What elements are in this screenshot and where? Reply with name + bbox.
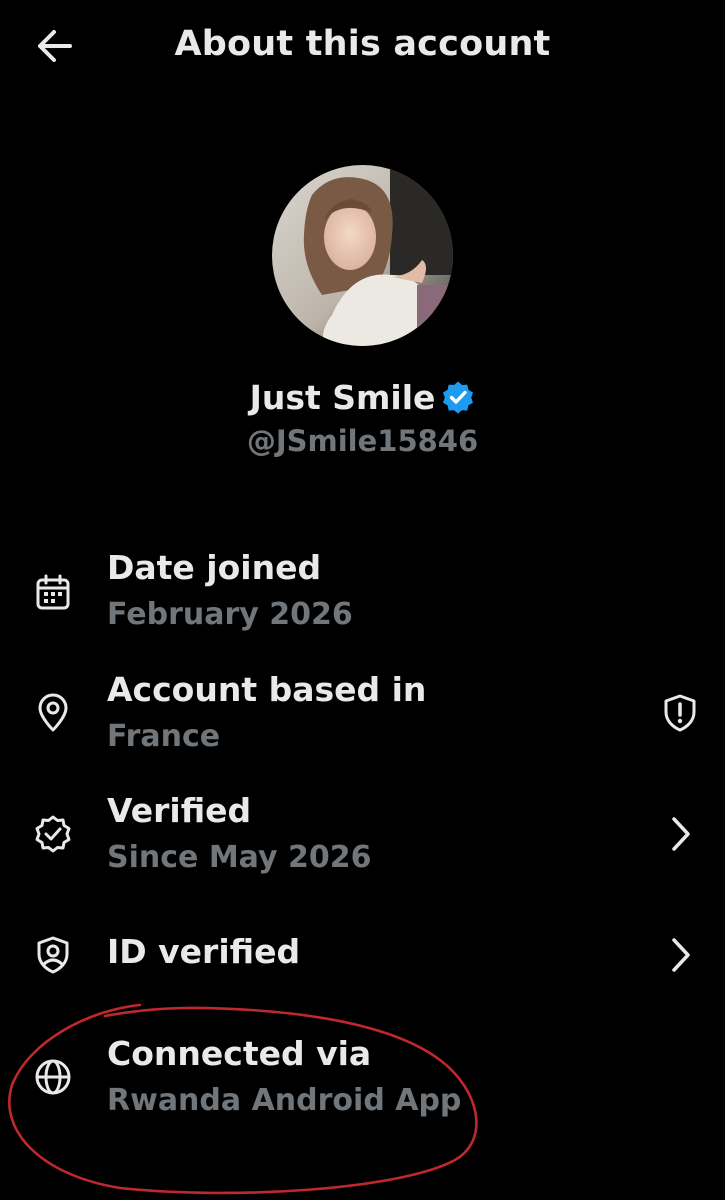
shield-alert-icon[interactable] [660,693,700,733]
row-connected-via: Connected via Rwanda Android App [0,1031,725,1131]
display-name: Just Smile [249,378,436,417]
row-title: Date joined [107,548,322,587]
row-title: Verified [107,791,252,830]
verified-seal-icon [35,815,71,853]
avatar[interactable] [272,165,453,346]
top-bar: About this account [0,0,725,95]
profile-photo [272,165,453,346]
row-id-verified[interactable]: ID verified [0,920,725,990]
row-subtitle: Rwanda Android App [107,1083,462,1118]
globe-icon [35,1059,71,1095]
row-subtitle: February 2026 [107,597,353,632]
calendar-icon [36,574,70,610]
chevron-right-icon [672,938,690,972]
row-verified[interactable]: Verified Since May 2026 [0,788,725,888]
row-title: ID verified [107,932,301,971]
display-name-row: Just Smile [0,378,725,417]
id-shield-icon [37,936,69,974]
page-title: About this account [174,24,551,64]
chevron-right-icon [672,817,690,851]
verified-checkmark-icon [443,381,474,414]
row-subtitle: France [107,719,221,754]
row-title: Connected via [107,1034,372,1073]
row-title: Account based in [107,670,427,709]
location-pin-icon [38,693,68,732]
row-account-based-in: Account based in France [0,667,725,767]
handle: @JSmile15846 [246,424,479,458]
row-date-joined: Date joined February 2026 [0,545,725,645]
row-subtitle: Since May 2026 [107,840,372,875]
